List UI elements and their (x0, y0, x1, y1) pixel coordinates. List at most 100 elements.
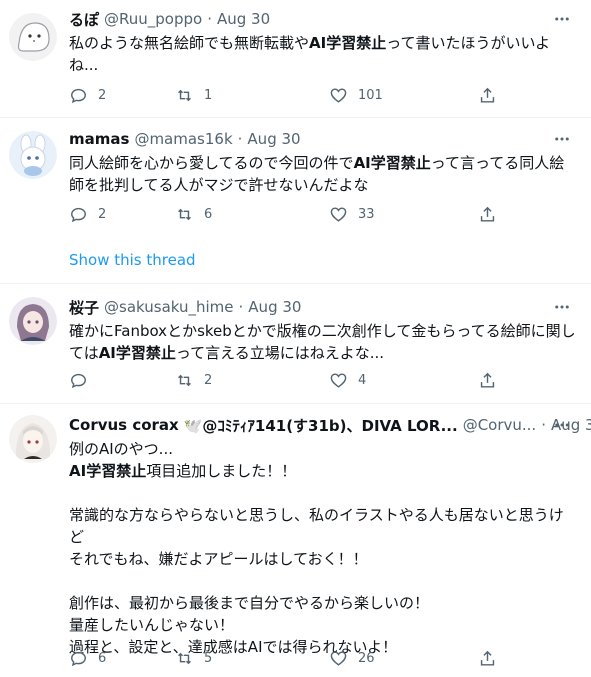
highlighted-term: AI学習禁止 (309, 34, 387, 52)
retweet-icon (175, 371, 204, 390)
reply-icon (69, 649, 98, 668)
handle[interactable]: @mamas16k (134, 130, 232, 148)
reply-button[interactable] (69, 369, 98, 391)
tweet-text-line: それでもね、嫌だよアピールはしておく！！ (69, 548, 579, 570)
divider (0, 283, 591, 284)
avatar[interactable] (9, 297, 57, 345)
retweet-count: 5 (204, 650, 213, 666)
tweet-text-line: 師を批判してる人がマジで許せないんだよな (69, 174, 579, 196)
tweet-text-line: 私のような無名絵師でも無断転載やAI学習禁止って書いたほうがいいよ (69, 32, 579, 54)
more-icon[interactable] (545, 296, 579, 318)
retweet-button[interactable]: 6 (175, 203, 212, 225)
divider (0, 117, 591, 118)
more-icon[interactable] (545, 128, 579, 150)
text-segment: って言ってる同人絵 (430, 154, 565, 172)
highlighted-term: AI学習禁止 (69, 462, 147, 480)
reply-button[interactable]: 2 (69, 203, 106, 225)
display-name[interactable]: るぽ (69, 9, 99, 30)
tweet-text-line: 確かにFanboxとかskebとかで版権の二次創作して金もらってる絵師に関し (69, 320, 579, 342)
tweet-text-line: 例のAIのやつ... (69, 438, 579, 460)
retweet-button[interactable]: 2 (175, 369, 212, 391)
avatar[interactable] (9, 13, 57, 61)
timestamp[interactable]: Aug 30 (247, 130, 300, 148)
action-bar: 2 4 (69, 369, 499, 391)
share-button[interactable] (478, 84, 507, 106)
retweet-icon (175, 86, 204, 105)
show-thread-link[interactable]: Show this thread (69, 249, 196, 271)
display-name-suffix[interactable]: 🕊️@ｺﾐﾃｨｱ141(す31b)、DIVA LOR... (184, 415, 458, 436)
reply-icon (69, 371, 98, 390)
reply-count: 2 (98, 206, 107, 222)
action-bar: 6 5 26 (69, 647, 499, 669)
text-segment: って書いたほうがいいよ (386, 34, 551, 52)
retweet-button[interactable]: 1 (175, 84, 212, 106)
text-segment: 量産したいんじゃない！ (69, 616, 235, 634)
retweet-button[interactable]: 5 (175, 647, 212, 669)
text-segment: 私のような無名絵師でも無断転載や (69, 34, 310, 52)
tweet-text-line: 常識的な方ならやらないと思うし、私のイラストやる人も居ないと思うけ (69, 504, 579, 526)
share-button[interactable] (478, 203, 507, 225)
text-segment: 例のAIのやつ... (69, 440, 173, 458)
tweet-text-line: てはAI学習禁止って言える立場にはねえよな... (69, 342, 579, 364)
text-segment: 創作は、最初から最後まで自分でやるから楽しいの！ (69, 594, 430, 612)
tweet-header: Corvus corax 🕊️@ｺﾐﾃｨｱ141(す31b)、DIVA LOR.… (69, 414, 591, 436)
like-button[interactable]: 33 (329, 203, 375, 225)
display-name[interactable]: 桜子 (69, 297, 99, 318)
tweet-text: 確かにFanboxとかskebとかで版権の二次創作して金もらってる絵師に関し ては… (69, 320, 579, 364)
divider (0, 403, 591, 404)
like-button[interactable]: 4 (329, 369, 366, 391)
text-segment: ては (69, 344, 99, 362)
avatar[interactable] (9, 131, 57, 179)
text-segment: それでもね、嫌だよアピールはしておく！！ (69, 550, 368, 568)
highlighted-term: AI学習禁止 (98, 344, 176, 362)
retweet-icon (175, 649, 204, 668)
like-button[interactable]: 101 (329, 84, 383, 106)
text-segment: 師を批判してる人がマジで許せないんだよな (69, 176, 369, 194)
display-name[interactable]: Corvus corax (69, 416, 179, 434)
reply-icon (69, 205, 98, 224)
retweet-icon (175, 205, 204, 224)
text-segment: 常識的な方ならやらないと思うし、私のイラストやる人も居ないと思うけ (69, 506, 564, 524)
share-button[interactable] (478, 647, 507, 669)
text-segment: ね... (69, 56, 99, 74)
display-name[interactable]: mamas (69, 130, 129, 148)
text-segment: 項目追加しました！！ (146, 462, 297, 480)
handle[interactable]: @Ruu_poppo (104, 10, 202, 28)
reply-icon (69, 86, 98, 105)
timestamp[interactable]: Aug 30 (217, 10, 270, 28)
separator-dot: · (237, 130, 243, 148)
tweet-text: 私のような無名絵師でも無断転載やAI学習禁止って書いたほうがいいよね... (69, 32, 579, 76)
tweet-text-line: AI学習禁止項目追加しました！！ (69, 460, 579, 482)
heart-icon (329, 86, 358, 105)
tweet-text-line: ど (69, 526, 579, 548)
text-segment: ど (69, 528, 85, 546)
like-count: 4 (358, 372, 367, 388)
timestamp[interactable]: Aug 30 (248, 298, 301, 316)
separator-dot: · (207, 10, 212, 28)
tweet-text-line: ね... (69, 54, 579, 76)
retweet-count: 2 (204, 372, 213, 388)
avatar[interactable] (9, 415, 57, 463)
tweet-text-line: 量産したいんじゃない！ (69, 614, 579, 636)
tweet-text-line (69, 570, 579, 592)
like-count: 33 (358, 206, 375, 222)
tweet-text: 例のAIのやつ... AI学習禁止項目追加しました！！ 常識的な方ならやらないと思う… (69, 438, 579, 658)
text-segment: 確かにFanboxとかskebとかで版権の二次創作して金もらってる絵師に関し (69, 322, 576, 340)
heart-icon (329, 205, 358, 224)
action-bar: 2 1 101 (69, 84, 499, 106)
reply-count: 6 (98, 650, 107, 666)
handle[interactable]: @Corvu... (463, 416, 537, 434)
handle[interactable]: @sakusaku_hime (104, 298, 234, 316)
tweet-text-line: 創作は、最初から最後まで自分でやるから楽しいの！ (69, 592, 579, 614)
like-count: 26 (358, 650, 375, 666)
action-bar: 2 6 33 (69, 203, 499, 225)
reply-button[interactable]: 6 (69, 647, 106, 669)
share-button[interactable] (478, 369, 507, 391)
like-button[interactable]: 26 (329, 647, 375, 669)
more-icon[interactable] (545, 8, 579, 30)
text-segment: って言える立場にはねえよな... (175, 344, 385, 362)
more-icon[interactable] (545, 414, 579, 436)
tweet-text: 同人絵師を心から愛してるので今回の件でAI学習禁止って言ってる同人絵 師を批判して… (69, 152, 579, 196)
reply-button[interactable]: 2 (69, 84, 106, 106)
share-icon (478, 205, 507, 224)
